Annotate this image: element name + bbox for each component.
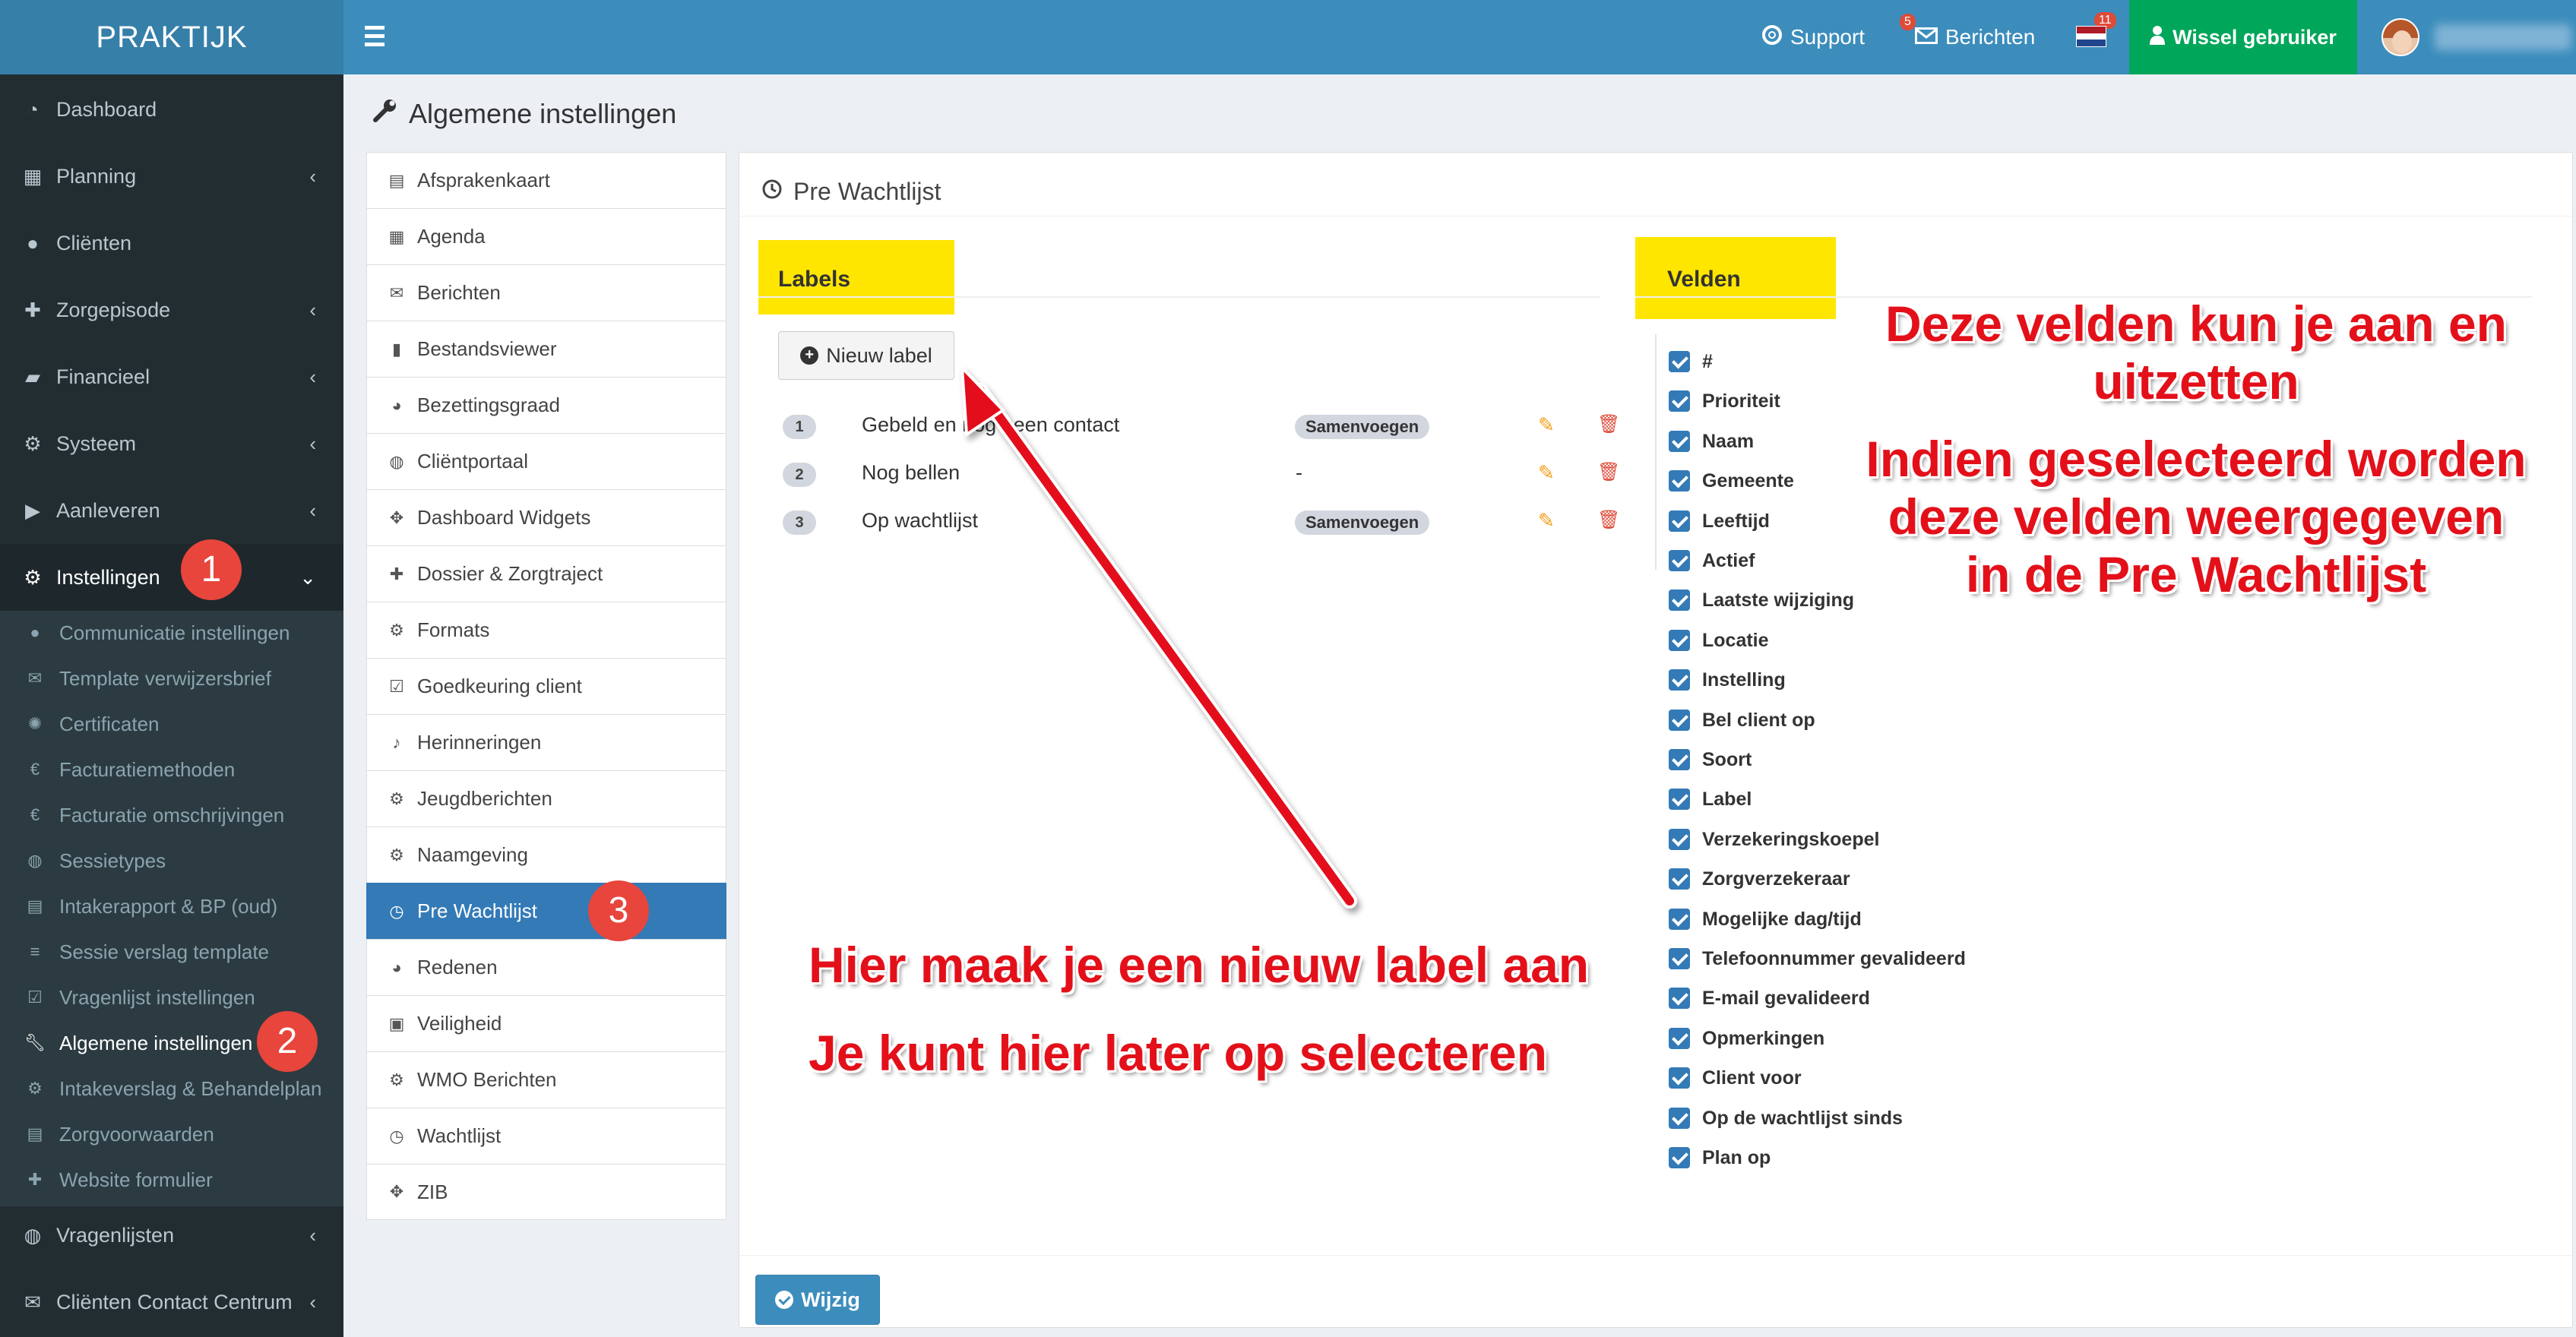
annotation-new-label: Hier maak je een nieuw label aan [809,937,1590,993]
annotation-arrow [960,366,1357,909]
annotation-fields: Deze velden kun je aan en uitzetten Indi… [1866,296,2527,602]
annotation-select-label: Je kunt hier later op selecteren [809,1025,1548,1081]
